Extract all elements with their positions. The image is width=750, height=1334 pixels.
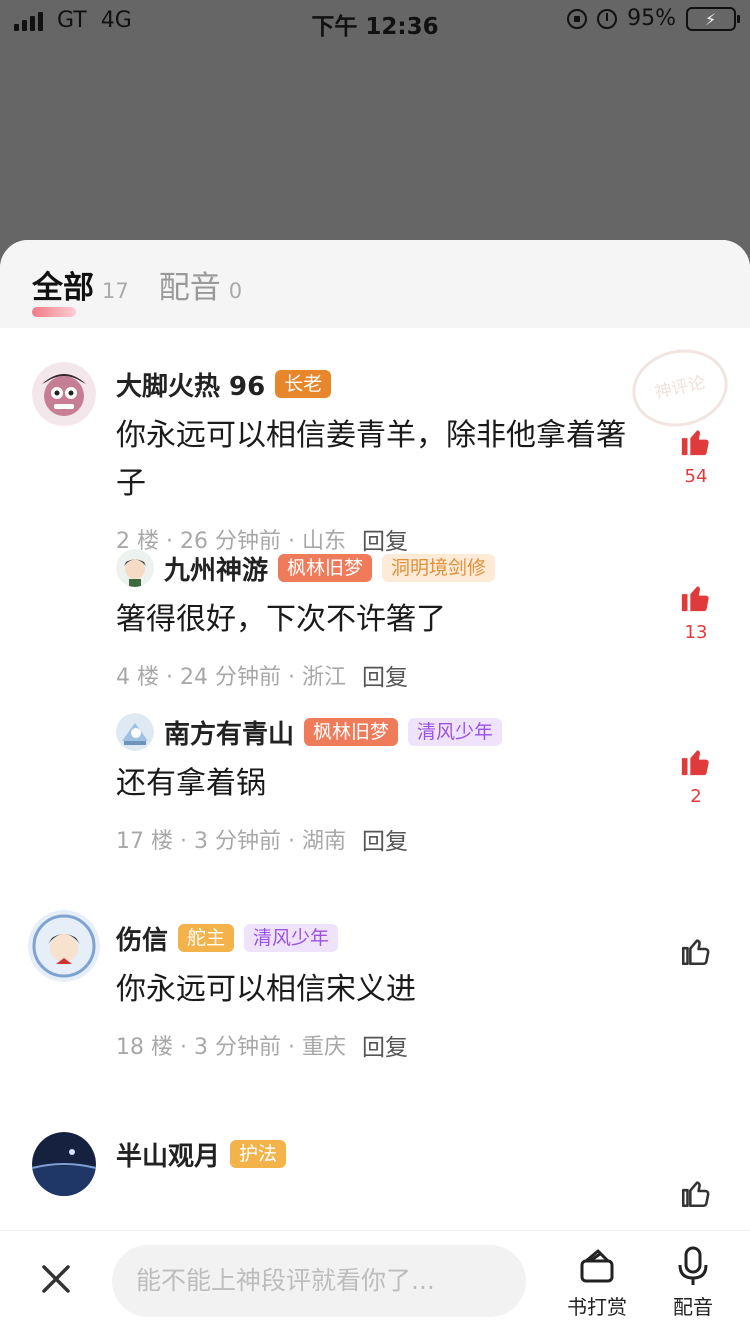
- gift-wallet-icon: [580, 1249, 614, 1283]
- comment-tabs: 全部 17 配音 0: [0, 240, 750, 328]
- close-icon: [42, 1265, 70, 1293]
- fan-badge: 枫林旧梦: [278, 554, 373, 582]
- like-button[interactable]: [676, 934, 716, 972]
- like-count: 54: [684, 466, 708, 487]
- dubbing-label: 配音: [673, 1295, 713, 1319]
- tab-all-label: 全部: [32, 269, 94, 306]
- thumbs-up-filled-icon: [681, 430, 709, 456]
- comment-item: 伤信 舵主 清风少年 你永远可以相信宋义进 18 楼 · 3 分钟前 · 重庆 …: [0, 910, 750, 1132]
- floor-number: 17 楼 · 3 分钟前 · 湖南: [116, 829, 346, 854]
- book-tip-button[interactable]: 书打赏: [562, 1245, 632, 1320]
- role-badge: 护法: [230, 1140, 287, 1168]
- username[interactable]: 南方有青山: [164, 714, 294, 751]
- like-count: 13: [684, 622, 708, 643]
- username[interactable]: 伤信: [116, 920, 168, 957]
- status-bar: GT 4G 下午 12:36 95% ⚡: [0, 0, 750, 40]
- thumbs-up-icon: [681, 939, 710, 966]
- tab-dubbing-label: 配音: [158, 269, 221, 306]
- rank-badge: 清风少年: [408, 718, 503, 746]
- reply-button[interactable]: 回复: [362, 1028, 408, 1062]
- role-badge: 舵主: [178, 924, 235, 952]
- battery-icon: ⚡: [686, 6, 740, 31]
- like-count: 2: [690, 786, 702, 807]
- username[interactable]: 半山观月: [116, 1136, 220, 1173]
- rank-badge: 长老: [275, 370, 332, 398]
- alarm-icon: [597, 8, 618, 29]
- reply-button[interactable]: 回复: [362, 658, 408, 692]
- thumbs-up-icon: [681, 1181, 710, 1208]
- dubbing-button[interactable]: 配音: [658, 1245, 728, 1320]
- tab-all-count: 17: [102, 278, 129, 303]
- avatar[interactable]: [116, 713, 154, 751]
- comment-text: 你永远可以相信姜青羊，除非他拿着箸子: [116, 418, 626, 501]
- username[interactable]: 九州神游: [164, 550, 268, 587]
- comment-item: 大脚火热 96 长老 你永远可以相信姜青羊，除非他拿着箸子 2 楼 · 26 分…: [0, 362, 750, 555]
- orientation-lock-icon: [567, 8, 588, 29]
- comment-text: 你永远可以相信宋义进: [116, 972, 416, 1007]
- like-button[interactable]: [676, 1176, 716, 1214]
- comment-text: 还有拿着锅: [116, 766, 266, 801]
- tab-all[interactable]: 全部 17: [32, 262, 129, 317]
- username[interactable]: 大脚火热 96: [116, 366, 265, 403]
- floor-number: 4 楼 · 24 分钟前 · 浙江: [116, 665, 346, 690]
- like-button[interactable]: 54: [676, 424, 716, 487]
- comment-text: 箸得很好，下次不许箸了: [116, 602, 446, 637]
- comment-item: 半山观月 护法: [0, 1132, 750, 1212]
- floor-number: 18 楼 · 3 分钟前 · 重庆: [116, 1035, 346, 1060]
- rank-badge: 洞明境剑修: [382, 554, 496, 582]
- battery-percent: 95%: [627, 6, 676, 31]
- thumbs-up-filled-icon: [681, 586, 709, 612]
- reply-item: 南方有青山 枫林旧梦 清风少年 还有拿着锅 17 楼 · 3 分钟前 · 湖南 …: [0, 710, 750, 916]
- like-button[interactable]: 2: [676, 744, 716, 807]
- close-button[interactable]: [38, 1261, 74, 1297]
- like-button[interactable]: 13: [676, 580, 716, 643]
- avatar[interactable]: [32, 1132, 96, 1196]
- tab-dubbing[interactable]: 配音 0: [159, 262, 242, 307]
- comment-sheet: 全部 17 配音 0 神评论 大脚火热 96 长老 你永远可以相信姜青羊，除非他…: [0, 240, 750, 1334]
- avatar[interactable]: [116, 549, 154, 587]
- thumbs-up-filled-icon: [681, 750, 709, 776]
- fan-badge: 枫林旧梦: [304, 718, 399, 746]
- avatar[interactable]: [28, 910, 100, 982]
- comment-input[interactable]: 能不能上神段评就看你了...: [112, 1245, 526, 1317]
- comment-list: 神评论 大脚火热 96 长老 你永远可以相信姜青羊，除非他拿着箸子 2 楼 · …: [0, 328, 750, 1212]
- reply-item: 九州神游 枫林旧梦 洞明境剑修 箸得很好，下次不许箸了 4 楼 · 24 分钟前…: [0, 546, 750, 710]
- avatar[interactable]: [32, 362, 96, 426]
- comment-input-bar: 能不能上神段评就看你了... 书打赏 配音: [0, 1230, 750, 1334]
- reply-button[interactable]: 回复: [362, 822, 408, 856]
- rank-badge: 清风少年: [244, 924, 339, 952]
- book-tip-label: 书打赏: [567, 1295, 627, 1319]
- microphone-icon: [678, 1246, 708, 1285]
- tab-dubbing-count: 0: [228, 278, 243, 303]
